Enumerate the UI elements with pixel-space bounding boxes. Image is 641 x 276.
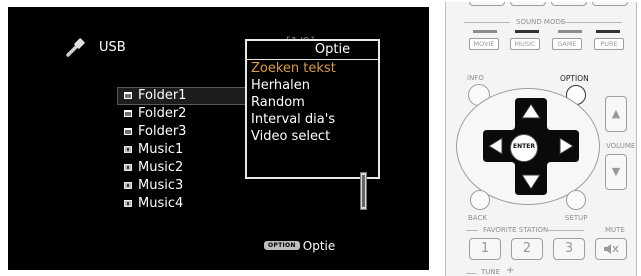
item-label: Music3 bbox=[138, 178, 184, 193]
option-badge: OPTION bbox=[264, 241, 300, 250]
tune-label: TUNE bbox=[481, 268, 501, 276]
option-menu-title: Optie bbox=[247, 41, 378, 60]
usb-icon bbox=[66, 38, 85, 57]
option-hint: OPTION Optie bbox=[264, 235, 335, 254]
setup-label: SETUP bbox=[565, 214, 588, 222]
sound-mode-indicator bbox=[515, 30, 539, 33]
remote-control: SOUND MODE MOVIE MUSIC GAME PURE INFO OP… bbox=[445, 2, 637, 276]
back-label: BACK bbox=[468, 214, 487, 222]
favorite-button-1[interactable]: 1 bbox=[469, 238, 501, 260]
enter-label: ENTER bbox=[513, 143, 535, 150]
plus-icon: + bbox=[506, 265, 515, 276]
folder-icon bbox=[124, 92, 132, 99]
music-file-icon bbox=[124, 182, 132, 189]
top-key[interactable] bbox=[469, 2, 505, 6]
music-file-icon bbox=[124, 164, 132, 171]
mute-icon bbox=[604, 243, 619, 254]
pure-button[interactable]: PURE bbox=[594, 38, 624, 50]
top-key[interactable] bbox=[510, 2, 546, 6]
info-label: INFO bbox=[467, 74, 484, 82]
option-hint-text: Optie bbox=[302, 238, 336, 253]
game-button[interactable]: GAME bbox=[552, 38, 582, 50]
top-key[interactable] bbox=[551, 2, 587, 6]
item-label: Music4 bbox=[138, 196, 184, 211]
item-label: Folder2 bbox=[138, 106, 187, 121]
scrollbar-thumb[interactable] bbox=[362, 175, 365, 207]
list-item[interactable]: Folder3 bbox=[117, 123, 246, 141]
list-item[interactable]: Folder1 bbox=[117, 87, 246, 105]
movie-button[interactable]: MOVIE bbox=[469, 38, 499, 50]
mute-label: MUTE bbox=[605, 226, 625, 234]
list-item[interactable]: Music3 bbox=[117, 177, 246, 195]
list-item[interactable]: Folder2 bbox=[117, 105, 246, 123]
favorite-station-label: FAVORITE STATION bbox=[483, 226, 549, 234]
music-file-icon bbox=[124, 146, 132, 153]
music-button[interactable]: MUSIC bbox=[510, 38, 540, 50]
option-slide-interval[interactable]: Interval dia's bbox=[247, 111, 378, 128]
item-label: Music2 bbox=[138, 160, 184, 175]
favorite-button-3[interactable]: 3 bbox=[553, 238, 585, 260]
option-repeat[interactable]: Herhalen bbox=[247, 77, 378, 94]
list-item[interactable]: Music4 bbox=[117, 195, 246, 213]
tv-screen: USB [1/9] Folder1 Folder2 Folder3 Music1… bbox=[8, 7, 429, 270]
mute-button[interactable] bbox=[595, 238, 627, 260]
volume-up-button[interactable]: ▲ bbox=[605, 96, 627, 132]
sound-mode-label: SOUND MODE bbox=[516, 18, 566, 26]
volume-label: VOLUME bbox=[606, 142, 636, 150]
sound-mode-indicator bbox=[558, 30, 582, 33]
option-search-text[interactable]: Zoeken tekst bbox=[247, 60, 378, 77]
file-list: Folder1 Folder2 Folder3 Music1 Music2 Mu… bbox=[117, 87, 246, 213]
option-random[interactable]: Random bbox=[247, 94, 378, 111]
back-button[interactable] bbox=[470, 190, 490, 210]
music-file-icon bbox=[124, 200, 132, 207]
option-menu: Optie Zoeken tekst Herhalen Random Inter… bbox=[245, 39, 380, 179]
list-item[interactable]: Music1 bbox=[117, 141, 246, 159]
source-label: USB bbox=[99, 40, 126, 55]
sound-mode-indicator bbox=[473, 30, 497, 33]
favorite-button-2[interactable]: 2 bbox=[511, 238, 543, 260]
setup-button[interactable] bbox=[566, 190, 586, 210]
sound-mode-indicator bbox=[596, 30, 620, 33]
folder-icon bbox=[124, 110, 132, 117]
item-label: Music1 bbox=[138, 142, 184, 157]
top-key[interactable] bbox=[592, 2, 628, 6]
item-label: Folder3 bbox=[138, 124, 187, 139]
scrollbar[interactable] bbox=[360, 172, 367, 210]
volume-down-button[interactable]: ▼ bbox=[605, 154, 627, 190]
folder-icon bbox=[124, 128, 132, 135]
option-label: OPTION bbox=[560, 74, 589, 83]
list-item[interactable]: Music2 bbox=[117, 159, 246, 177]
option-video-select[interactable]: Video select bbox=[247, 128, 378, 145]
item-label: Folder1 bbox=[138, 88, 187, 103]
